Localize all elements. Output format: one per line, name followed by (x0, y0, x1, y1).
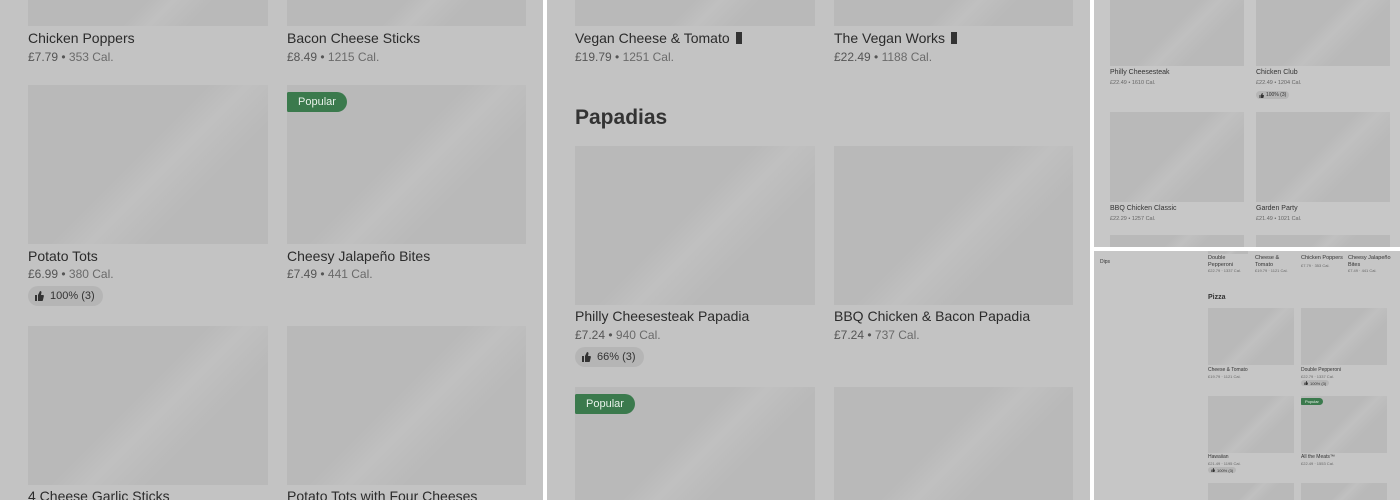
item-name[interactable]: Cheesy Jalapeño Bites (287, 248, 430, 264)
thumbs-up-icon (1211, 468, 1215, 472)
item-price-cal: £8.49 • 1215 Cal. (287, 50, 380, 64)
menu-panel-pizzas-small: Philly Cheesesteak £22.49 • 1610 Cal. Ch… (1094, 0, 1400, 247)
item-name[interactable]: BBQ Chicken Classic (1110, 205, 1177, 212)
item-image[interactable] (575, 146, 815, 305)
item-image[interactable] (287, 326, 526, 485)
item-price-cal: £22.79 · 1337 Cal. (1301, 374, 1334, 379)
vegan-marker-icon (735, 32, 742, 44)
item-name[interactable]: Double Pepperoni (1301, 367, 1341, 373)
item-name[interactable]: Garden Party (1256, 205, 1298, 212)
item-image[interactable] (1208, 483, 1294, 500)
item-name[interactable]: Chicken Poppers (28, 30, 135, 46)
item-image[interactable] (834, 0, 1073, 26)
menu-panel-papadias: Vegan Cheese & Tomato £19.79 • 1251 Cal.… (547, 0, 1090, 500)
item-price-cal: £19.79 · 1121 Cal. (1255, 268, 1288, 273)
item-name[interactable]: Cheese & Tomato (1208, 367, 1248, 373)
menu-panel-overview-small: Dips Double Pepperoni £22.79 · 1337 Cal.… (1094, 251, 1400, 500)
item-image[interactable] (1301, 483, 1387, 500)
item-name[interactable]: Cheese & Tomato (1255, 255, 1293, 268)
item-name[interactable]: Cheesy Jalapeño Bites (1348, 255, 1394, 268)
item-price-cal: £22.29 • 1257 Cal. (1110, 216, 1156, 222)
item-price-cal: £22.49 • 1610 Cal. (1110, 80, 1156, 86)
item-price-cal: £22.49 • 1204 Cal. (1256, 80, 1302, 86)
item-price-cal: £7.79 · 353 Cal. (1301, 263, 1330, 268)
item-name[interactable]: Vegan Cheese & Tomato (575, 30, 742, 46)
section-heading: Papadias (575, 106, 668, 129)
item-price-cal: £19.79 · 1121 Cal. (1208, 374, 1241, 379)
rating-pill: 100% (3) (1301, 380, 1330, 386)
section-heading: Pizza (1208, 294, 1226, 301)
item-price-cal: £22.79 · 1337 Cal. (1208, 268, 1241, 273)
item-image[interactable] (1208, 251, 1248, 254)
item-image[interactable] (287, 0, 526, 26)
item-image[interactable] (575, 0, 815, 26)
rating-pill: 100% (3) (1256, 91, 1290, 99)
item-image[interactable] (28, 85, 268, 244)
item-price-cal: £7.49 • 441 Cal. (287, 267, 373, 281)
item-image[interactable] (28, 0, 268, 26)
item-price-cal: £21.49 • 1021 Cal. (1256, 216, 1302, 222)
item-image[interactable] (1110, 0, 1244, 66)
item-price-cal: £22.49 · 1553 Cal. (1301, 461, 1334, 466)
rating-pill: 66% (3) (575, 347, 644, 367)
rating-pill: 100% (3) (28, 286, 103, 306)
item-image[interactable] (1208, 396, 1294, 453)
item-name[interactable]: Philly Cheesesteak (1110, 69, 1170, 76)
item-price-cal: £7.24 • 737 Cal. (834, 328, 920, 342)
thumbs-up-icon (1259, 92, 1264, 98)
item-name[interactable]: The Vegan Works (834, 30, 958, 46)
popular-badge: Popular (575, 394, 635, 414)
item-price-cal: £21.49 · 1195 Cal. (1208, 461, 1241, 466)
menu-panel-sides: Chicken Poppers £7.79 • 353 Cal. Bacon C… (0, 0, 543, 500)
item-name[interactable]: Chicken Poppers (1301, 255, 1345, 262)
item-image[interactable] (1208, 308, 1294, 365)
item-price-cal: £7.79 • 353 Cal. (28, 50, 114, 64)
item-name[interactable]: Hawaiian (1208, 454, 1229, 460)
sidebar-category[interactable]: Dips (1100, 259, 1110, 265)
item-price-cal: £6.99 • 380 Cal. (28, 267, 114, 281)
vegan-marker-icon (951, 32, 958, 44)
popular-badge: Popular (287, 92, 347, 112)
item-name[interactable]: Potato Tots with Four Cheeses (287, 488, 477, 500)
item-image[interactable] (1110, 112, 1244, 202)
item-name[interactable]: Philly Cheesesteak Papadia (575, 308, 749, 324)
item-price-cal: £7.49 · 441 Cal. (1348, 268, 1377, 273)
item-image[interactable] (834, 146, 1073, 305)
thumbs-up-icon (582, 352, 591, 362)
item-image[interactable] (28, 326, 268, 485)
thumbs-up-icon (35, 291, 44, 301)
popular-badge: Popular (1301, 398, 1323, 405)
thumbs-up-icon (1304, 381, 1308, 385)
item-image[interactable] (1301, 308, 1387, 365)
item-image[interactable] (834, 387, 1073, 500)
item-name[interactable]: Potato Tots (28, 248, 98, 264)
item-price-cal: £7.24 • 940 Cal. (575, 328, 661, 342)
item-price-cal: £19.79 • 1251 Cal. (575, 50, 674, 64)
item-name[interactable]: Double Pepperoni (1208, 255, 1250, 268)
item-image[interactable] (1256, 112, 1390, 202)
item-name[interactable]: BBQ Chicken & Bacon Papadia (834, 308, 1030, 324)
item-name[interactable]: Chicken Club (1256, 69, 1298, 76)
item-name[interactable]: Bacon Cheese Sticks (287, 30, 420, 46)
item-image[interactable] (1256, 235, 1390, 247)
item-image[interactable] (1256, 0, 1390, 66)
item-name[interactable]: 4 Cheese Garlic Sticks (28, 488, 170, 500)
item-price-cal: £22.49 • 1188 Cal. (834, 50, 933, 64)
item-image[interactable] (1110, 235, 1244, 247)
item-name[interactable]: All the Meats™ (1301, 454, 1335, 460)
rating-pill: 100% (3) (1208, 467, 1237, 473)
